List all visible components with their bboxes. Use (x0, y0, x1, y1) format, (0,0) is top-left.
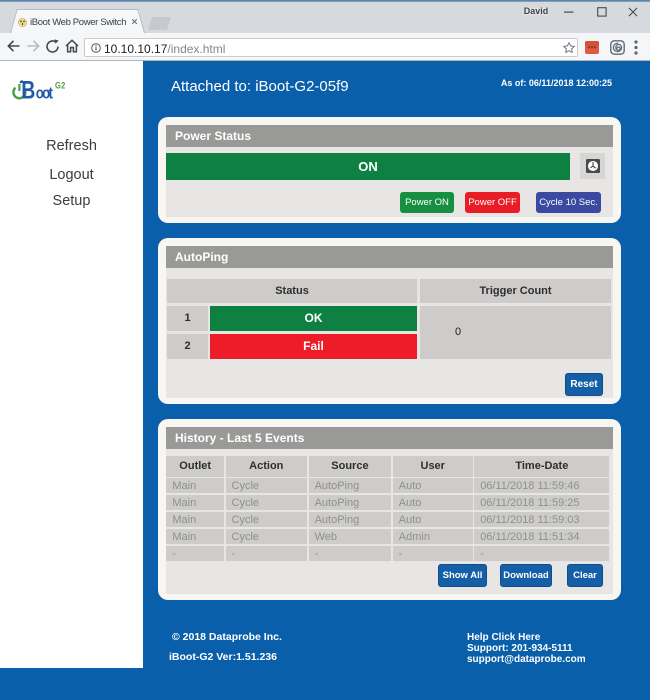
svg-text:oot: oot (36, 84, 53, 103)
svg-text:B: B (21, 76, 35, 104)
svg-text:G2: G2 (55, 79, 66, 90)
